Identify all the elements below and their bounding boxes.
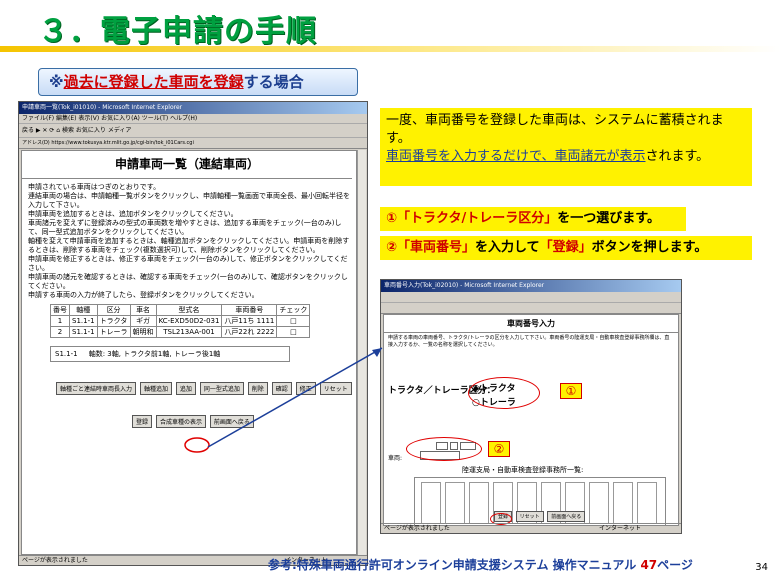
- connector-arrow: [184, 347, 383, 453]
- arrow-line: [207, 347, 383, 448]
- page-number: 34: [755, 562, 768, 573]
- reference-page: 47: [640, 558, 658, 572]
- reference-prefix: 参考:特殊車両通行許可オンライン申請支援システム 操作マニュアル: [268, 558, 641, 572]
- reference-suffix: ページ: [657, 558, 693, 572]
- highlight-oval-add: [184, 437, 210, 453]
- reference-note: 参考:特殊車両通行許可オンライン申請支援システム 操作マニュアル 47ページ: [268, 556, 693, 573]
